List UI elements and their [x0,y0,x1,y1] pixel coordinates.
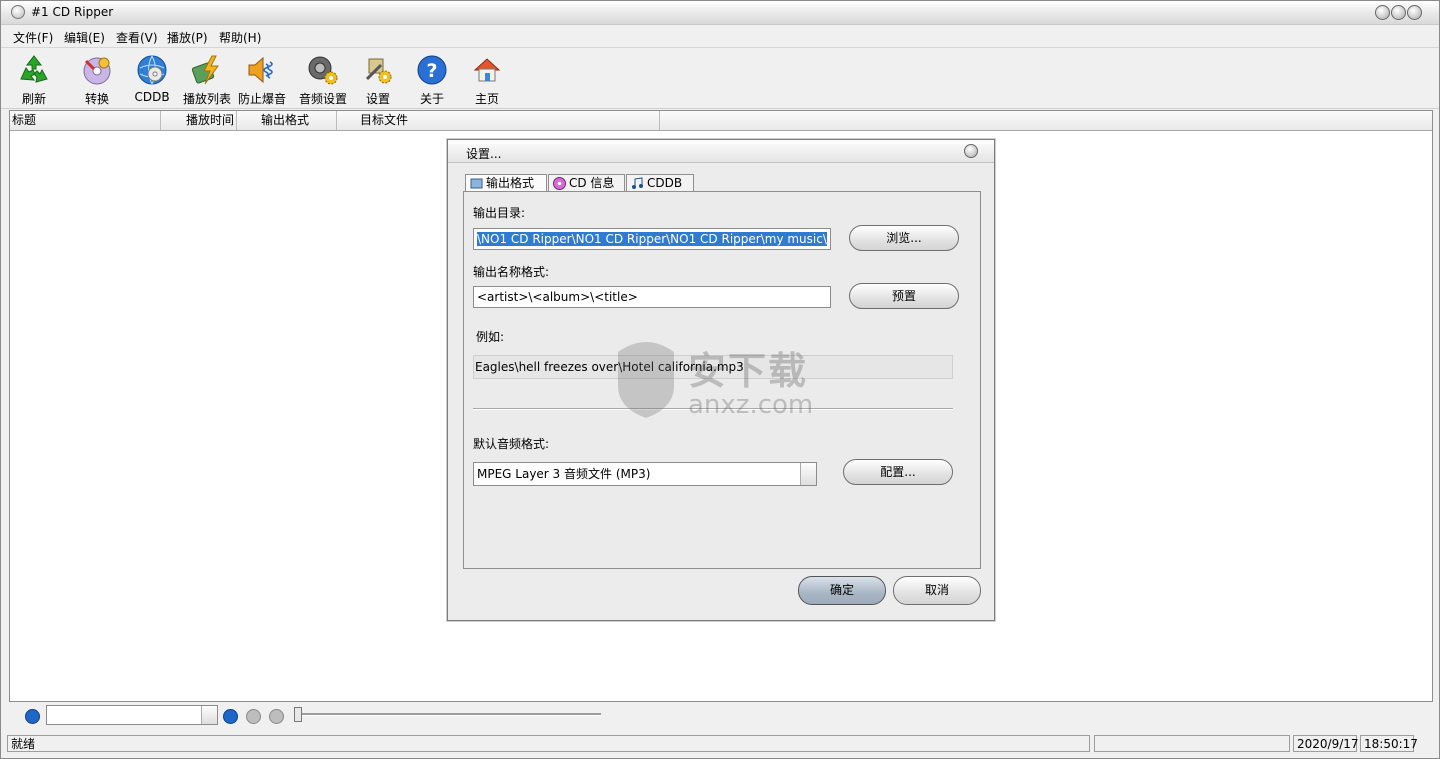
svg-text:?: ? [426,60,437,82]
name-format-input[interactable]: <artist>\<album>\<title> [473,286,831,308]
column-title[interactable]: 标题 [10,111,161,130]
menu-edit[interactable]: 编辑(E) [64,29,105,46]
toolbar: 刷新 转换 CDDB 播放列表 防止爆音 音频设置 设置 ? 关于 主页 [1,48,1439,109]
audio-settings-button[interactable]: 音频设置 [295,51,351,107]
column-duration[interactable]: 播放时间 [161,111,237,130]
play-icon[interactable] [223,709,238,724]
disc-convert-icon [80,53,114,87]
status-date: 2020/9/17 [1293,735,1359,752]
config-button[interactable]: 配置... [843,459,953,485]
playlist-button[interactable]: 播放列表 [179,51,235,107]
menu-help[interactable]: 帮助(H) [219,29,261,46]
toolbar-label: 防止爆音 [237,92,286,106]
minimize-button[interactable] [1375,5,1390,20]
dialog-title-bar: 设置... [448,140,994,163]
toolbar-label: 播放列表 [182,92,231,106]
toolbar-label: 主页 [474,92,499,106]
audio-format-select[interactable]: MPEG Layer 3 音频文件 (MP3) [473,462,817,486]
music-note-icon [631,177,644,190]
tab-cddb[interactable]: CDDB [626,174,694,191]
toolbar-label: 关于 [419,92,444,106]
app-icon[interactable] [11,5,25,19]
toolbar-label: CDDB [134,90,170,104]
pause-icon[interactable] [269,709,284,724]
list-header: 标题 播放时间 输出格式 目标文件 [10,111,1432,131]
title-bar: #1 CD Ripper [1,1,1439,25]
spinner-icon[interactable] [201,706,217,724]
name-format-label: 输出名称格式: [473,265,550,279]
tab-output-format[interactable]: 输出格式 [465,174,547,192]
status-text: 就绪 [7,735,1090,752]
window-title: #1 CD Ripper [31,5,114,19]
speaker-gear-icon [306,53,340,87]
drive-select[interactable] [46,705,218,725]
column-target-file[interactable]: 目标文件 [337,111,660,130]
about-button[interactable]: ? 关于 [404,51,460,107]
menu-view[interactable]: 查看(V) [116,29,158,46]
settings-button[interactable]: 设置 [350,51,406,107]
player-bar [1,703,1439,730]
seek-track[interactable] [297,713,601,716]
output-format-panel: 输出目录: \NO1 CD Ripper\NO1 CD Ripper\NO1 C… [463,191,981,569]
recycle-icon [17,53,51,87]
menu-file[interactable]: 文件(F) [13,29,53,46]
home-icon [470,53,504,87]
column-format[interactable]: 输出格式 [237,111,337,130]
tab-cd-info[interactable]: CD 信息 [548,174,625,191]
menu-play[interactable]: 播放(P) [167,29,208,46]
output-dir-input[interactable]: \NO1 CD Ripper\NO1 CD Ripper\NO1 CD Ripp… [473,228,831,250]
status-bar: 就绪 2020/9/17 18:50:17 [1,732,1439,756]
ok-button[interactable]: 确定 [798,576,886,605]
example-label: 例如: [476,330,505,344]
stop-icon[interactable] [246,709,261,724]
seek-thumb[interactable] [294,707,302,722]
dropdown-spinner-icon[interactable] [800,463,816,485]
toolbar-label: 转换 [84,92,109,106]
toolbar-label: 刷新 [21,92,46,106]
eject-icon[interactable] [25,709,40,724]
status-time: 18:50:17 [1360,735,1418,752]
browse-button[interactable]: 浏览... [849,225,959,251]
globe-disc-icon [135,53,169,87]
convert-button[interactable]: 转换 [69,51,125,107]
menu-bar: 文件(F) 编辑(E) 查看(V) 播放(P) 帮助(H) [1,25,1439,48]
help-icon: ? [415,53,449,87]
output-format-icon [470,177,483,190]
refresh-button[interactable]: 刷新 [6,51,62,107]
toolbar-label: 设置 [365,92,390,106]
speaker-wave-icon [245,53,279,87]
settings-tools-icon [361,53,395,87]
maximize-button[interactable] [1391,5,1406,20]
cancel-button[interactable]: 取消 [893,576,981,605]
settings-dialog: 设置... 输出格式 CD 信息 CDDB 输出目录: \NO1 CD Ripp… [447,139,995,621]
preset-button[interactable]: 预置 [849,283,959,309]
home-button[interactable]: 主页 [459,51,515,107]
playlist-lightning-icon [190,53,224,87]
status-progress [1094,735,1290,752]
separator [473,408,953,410]
dialog-title: 设置... [466,147,502,161]
default-format-label: 默认音频格式: [473,437,550,451]
dialog-close-button[interactable] [964,144,978,158]
output-dir-label: 输出目录: [473,206,526,220]
cd-icon [553,177,566,190]
anti-pop-button[interactable]: 防止爆音 [234,51,290,107]
example-value: Eagles\hell freezes over\Hotel californi… [473,355,953,379]
close-button[interactable] [1407,5,1422,20]
cddb-button[interactable]: CDDB [124,51,180,107]
toolbar-label: 音频设置 [298,92,347,106]
